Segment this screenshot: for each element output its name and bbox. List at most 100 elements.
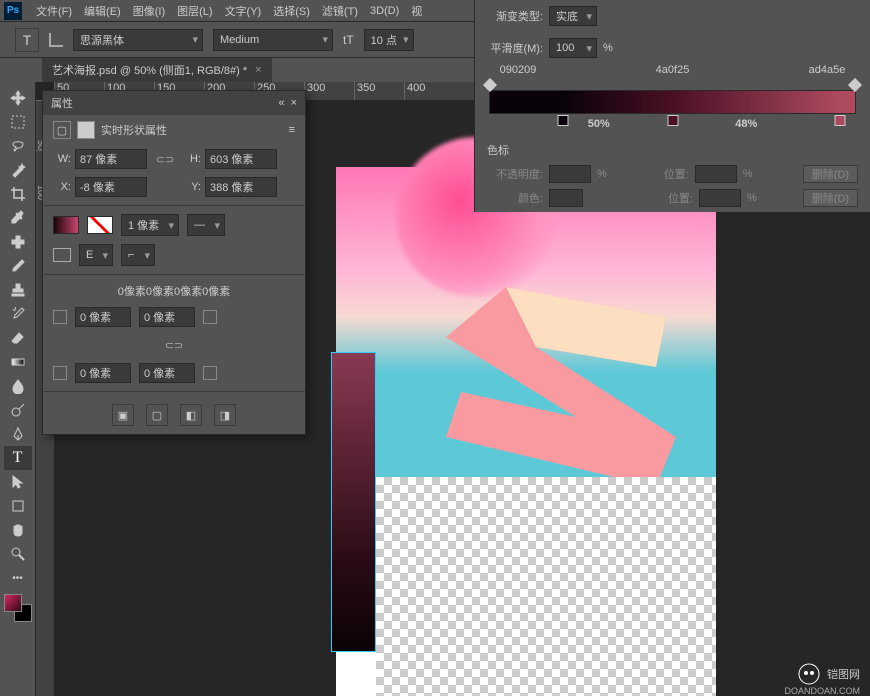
y-input[interactable] xyxy=(205,177,277,197)
properties-subtitle-row: ▢ 实时形状属性 ≡ xyxy=(43,115,305,145)
width-input[interactable] xyxy=(75,149,147,169)
crop-tool[interactable] xyxy=(4,182,32,206)
delete-color-stop-button[interactable]: 删除(D) xyxy=(803,189,858,207)
menu-select[interactable]: 选择(S) xyxy=(267,3,316,19)
hand-tool[interactable] xyxy=(4,518,32,542)
ps-logo: Ps xyxy=(4,2,22,20)
color-stop-1[interactable] xyxy=(558,115,569,126)
panel-close-icon[interactable]: × xyxy=(291,97,297,109)
link-radius-icon[interactable]: ⊂⊃ xyxy=(164,335,184,355)
radius-summary: 0像素0像素0像素0像素 xyxy=(118,283,230,299)
foreground-color-swatch[interactable] xyxy=(4,594,22,612)
stamp-tool[interactable] xyxy=(4,278,32,302)
menu-file[interactable]: 文件(F) xyxy=(30,3,78,19)
corner-select[interactable]: ⌐ xyxy=(121,244,155,266)
pathop-exclude-icon[interactable]: ◨ xyxy=(214,404,236,426)
watermark-icon xyxy=(797,662,821,686)
width-label: W: xyxy=(53,153,71,165)
panel-collapse-icon[interactable]: « xyxy=(278,97,284,109)
opacity-pos-label: 位置: xyxy=(633,166,689,182)
menu-view[interactable]: 视 xyxy=(405,3,428,19)
menu-edit[interactable]: 编辑(E) xyxy=(78,3,127,19)
radius-tr-input[interactable] xyxy=(139,307,195,327)
cap-select[interactable]: E xyxy=(79,244,113,266)
watermark-url: DOANDOAN.COM xyxy=(784,686,860,696)
corner-bl-icon[interactable] xyxy=(53,366,67,380)
dodge-tool[interactable] xyxy=(4,398,32,422)
gradient-tool[interactable] xyxy=(4,350,32,374)
marquee-tool[interactable] xyxy=(4,110,32,134)
menu-filter[interactable]: 滤镜(T) xyxy=(316,3,364,19)
eraser-tool[interactable] xyxy=(4,326,32,350)
gradient-hex-labels: 0902094a0f25ad4a5e xyxy=(475,64,870,76)
document-tab-label: 艺术海报.psd @ 50% (侧面1, RGB/8#) * xyxy=(52,62,247,78)
edit-toolbar[interactable]: ••• xyxy=(4,566,32,590)
gradient-editor-panel: 渐变类型: 实底 平滑度(M): 100 % 0902094a0f25ad4a5… xyxy=(474,0,870,212)
artboard xyxy=(336,167,716,696)
y-label: Y: xyxy=(183,181,201,193)
opacity-pos-input[interactable] xyxy=(695,165,737,183)
color-pos-input[interactable] xyxy=(699,189,741,207)
pathop-intersect-icon[interactable]: ◧ xyxy=(180,404,202,426)
pathop-subtract-icon[interactable]: ▢ xyxy=(146,404,168,426)
link-wh-icon[interactable]: ⊂⊃ xyxy=(155,149,175,169)
stroke-width-select[interactable]: 1 像素 xyxy=(121,214,179,236)
menu-text[interactable]: 文字(Y) xyxy=(219,3,268,19)
radius-br-input[interactable] xyxy=(139,363,195,383)
opacity-label: 不透明度: xyxy=(487,166,543,182)
color-stop-2[interactable] xyxy=(667,115,678,126)
color-swatch-input[interactable] xyxy=(549,189,583,207)
menu-3d[interactable]: 3D(D) xyxy=(364,5,405,17)
fill-swatch[interactable] xyxy=(53,216,79,234)
selected-shape[interactable] xyxy=(331,352,376,652)
corner-br-icon[interactable] xyxy=(203,366,217,380)
move-tool[interactable] xyxy=(4,86,32,110)
color-swatches[interactable] xyxy=(4,594,32,622)
gradient-type-select[interactable]: 实底 xyxy=(549,6,597,26)
active-tool-indicator[interactable]: T xyxy=(15,28,39,52)
color-pos-label: 位置: xyxy=(637,190,693,206)
opacity-input[interactable] xyxy=(549,165,591,183)
close-tab-icon[interactable]: × xyxy=(255,64,261,76)
font-family-select[interactable]: 思源黑体 xyxy=(73,29,203,51)
path-select-tool[interactable] xyxy=(4,470,32,494)
corner-tr-icon[interactable] xyxy=(203,310,217,324)
eyedropper-tool[interactable] xyxy=(4,206,32,230)
wand-tool[interactable] xyxy=(4,158,32,182)
height-input[interactable] xyxy=(205,149,277,169)
panel-menu-icon[interactable]: ≡ xyxy=(289,124,295,136)
heal-tool[interactable] xyxy=(4,230,32,254)
gradient-bar[interactable] xyxy=(489,90,856,114)
delete-opacity-stop-button[interactable]: 删除(D) xyxy=(803,165,858,183)
type-tool[interactable]: T xyxy=(4,446,32,470)
stroke-align-icon[interactable] xyxy=(53,248,71,262)
radius-tl-input[interactable] xyxy=(75,307,131,327)
properties-panel-header[interactable]: 属性 « × xyxy=(43,91,305,115)
radius-bl-input[interactable] xyxy=(75,363,131,383)
opacity-stop-right[interactable] xyxy=(848,78,862,92)
shape-properties-icon: ▢ xyxy=(53,121,71,139)
pen-tool[interactable] xyxy=(4,422,32,446)
x-label: X: xyxy=(53,181,71,193)
x-input[interactable] xyxy=(75,177,147,197)
lasso-tool[interactable] xyxy=(4,134,32,158)
font-weight-select[interactable]: Medium xyxy=(213,29,333,51)
menu-image[interactable]: 图像(I) xyxy=(127,3,171,19)
stroke-style-select[interactable]: — xyxy=(187,214,225,236)
document-tab[interactable]: 艺术海报.psd @ 50% (侧面1, RGB/8#) * × xyxy=(42,58,272,82)
orientation-icon[interactable] xyxy=(49,33,63,47)
shape-tool[interactable] xyxy=(4,494,32,518)
menu-layer[interactable]: 图层(L) xyxy=(171,3,218,19)
corner-tl-icon[interactable] xyxy=(53,310,67,324)
zoom-tool[interactable] xyxy=(4,542,32,566)
color-stop-3[interactable] xyxy=(835,115,846,126)
opacity-stop-left[interactable] xyxy=(483,78,497,92)
brush-tool[interactable] xyxy=(4,254,32,278)
font-size-select[interactable]: 10 点 xyxy=(364,29,414,51)
properties-panel: 属性 « × ▢ 实时形状属性 ≡ W: ⊂⊃ H: X: Y: 1 像素 — … xyxy=(42,90,306,435)
stroke-swatch[interactable] xyxy=(87,216,113,234)
history-brush-tool[interactable] xyxy=(4,302,32,326)
smoothness-input[interactable]: 100 xyxy=(549,38,597,58)
blur-tool[interactable] xyxy=(4,374,32,398)
pathop-combine-icon[interactable]: ▣ xyxy=(112,404,134,426)
